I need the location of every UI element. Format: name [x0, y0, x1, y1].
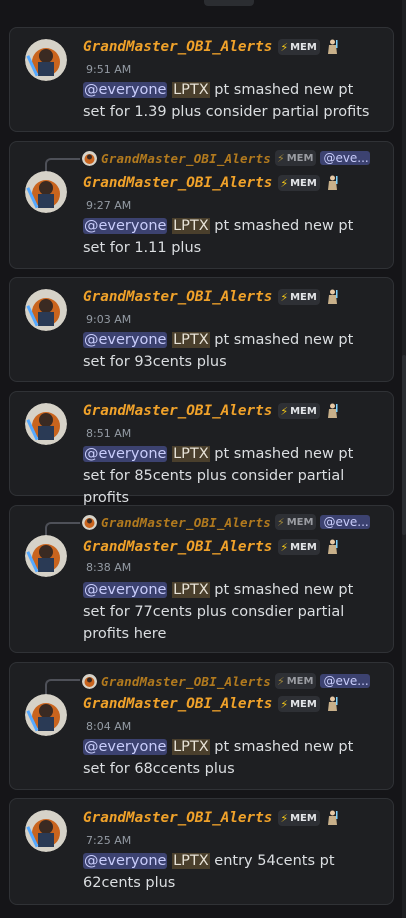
scrollbar-track[interactable] [402, 0, 406, 918]
reply-mention: @eve... [320, 515, 371, 529]
everyone-mention[interactable]: @everyone [83, 582, 168, 598]
lightning-bolt-icon: ⚡ [280, 40, 289, 54]
lightning-bolt-icon: ⚡ [276, 151, 285, 165]
lightning-bolt-icon: ⚡ [280, 290, 289, 304]
everyone-mention[interactable]: @everyone [83, 446, 168, 462]
avatar[interactable] [25, 403, 67, 445]
server-tag[interactable]: ⚡ MEM [278, 403, 320, 419]
avatar[interactable] [25, 535, 67, 577]
timestamp: 9:03 AM [86, 313, 132, 326]
author-name[interactable]: GrandMaster_OBI_Alerts [83, 810, 272, 826]
reply-avatar [82, 150, 97, 166]
author-name[interactable]: GrandMaster_OBI_Alerts [83, 289, 272, 305]
reply-connector [45, 679, 80, 694]
message-card[interactable]: GrandMaster_OBI_Alerts ⚡ MEM 9:03 AM @eve… [9, 277, 394, 382]
reply-server-tag: ⚡ MEM [274, 514, 317, 530]
author-name[interactable]: GrandMaster_OBI_Alerts [83, 403, 272, 419]
message-body: @everyone LPTX pt smashed new pt set for… [83, 82, 370, 120]
message-body: @everyone LPTX pt smashed new pt set for… [83, 739, 354, 777]
ticker-highlight: LPTX [172, 218, 210, 234]
ticker-highlight: LPTX [172, 446, 210, 462]
message-card[interactable]: GrandMaster_OBI_Alerts ⚡ MEM 8:51 AM @eve… [9, 391, 394, 506]
reply-avatar [82, 514, 97, 530]
lightning-bolt-icon: ⚡ [280, 404, 289, 418]
reply-avatar [82, 673, 97, 689]
everyone-mention[interactable]: @everyone [83, 332, 168, 348]
jedi-figure-icon [327, 175, 338, 190]
jedi-figure-icon [327, 289, 338, 304]
lightning-bolt-icon: ⚡ [280, 176, 289, 190]
scrollbar-thumb[interactable] [402, 355, 406, 535]
reply-preview[interactable]: GrandMaster_OBI_Alerts ⚡ MEM @eve... [82, 513, 371, 531]
reply-server-tag: ⚡ MEM [274, 150, 317, 166]
message-card[interactable]: GrandMaster_OBI_Alerts ⚡ MEM 7:25 AM @eve… [9, 798, 394, 905]
author-name[interactable]: GrandMaster_OBI_Alerts [83, 539, 272, 555]
message-body: @everyone LPTX pt smashed new pt set for… [83, 582, 354, 642]
timestamp: 7:25 AM [86, 834, 132, 847]
reply-mention: @eve... [320, 674, 371, 688]
lightning-bolt-icon: ⚡ [280, 811, 289, 825]
author-name[interactable]: GrandMaster_OBI_Alerts [83, 175, 272, 191]
server-tag[interactable]: ⚡ MEM [278, 289, 320, 305]
jedi-figure-icon [327, 539, 338, 554]
avatar[interactable] [25, 694, 67, 736]
everyone-mention[interactable]: @everyone [83, 218, 168, 234]
everyone-mention[interactable]: @everyone [83, 739, 168, 755]
ticker-highlight: LPTX [172, 853, 210, 869]
lightning-bolt-icon: ⚡ [276, 674, 285, 688]
message-card[interactable]: GrandMaster_OBI_Alerts ⚡ MEM @eve... Gran… [9, 141, 394, 269]
reply-author[interactable]: GrandMaster_OBI_Alerts [101, 674, 271, 689]
author-name[interactable]: GrandMaster_OBI_Alerts [83, 696, 272, 712]
server-tag[interactable]: ⚡ MEM [278, 539, 320, 555]
everyone-mention[interactable]: @everyone [83, 853, 168, 869]
avatar[interactable] [25, 289, 67, 331]
reply-author[interactable]: GrandMaster_OBI_Alerts [101, 515, 271, 530]
reply-preview[interactable]: GrandMaster_OBI_Alerts ⚡ MEM @eve... [82, 672, 371, 690]
timestamp: 8:04 AM [86, 720, 132, 733]
ticker-highlight: LPTX [172, 582, 210, 598]
server-tag[interactable]: ⚡ MEM [278, 810, 320, 826]
server-tag[interactable]: ⚡ MEM [278, 39, 320, 55]
jedi-figure-icon [327, 810, 338, 825]
jedi-figure-icon [327, 403, 338, 418]
message-card[interactable]: GrandMaster_OBI_Alerts ⚡ MEM @eve... Gran… [9, 662, 394, 790]
avatar[interactable] [25, 39, 67, 81]
lightning-bolt-icon: ⚡ [280, 697, 289, 711]
message-card[interactable]: GrandMaster_OBI_Alerts ⚡ MEM 9:51 AM @eve… [9, 27, 394, 132]
reply-preview[interactable]: GrandMaster_OBI_Alerts ⚡ MEM @eve... [82, 149, 371, 167]
server-tag[interactable]: ⚡ MEM [278, 696, 320, 712]
everyone-mention[interactable]: @everyone [83, 82, 168, 98]
timestamp: 8:38 AM [86, 561, 132, 574]
reply-author[interactable]: GrandMaster_OBI_Alerts [101, 151, 271, 166]
author-name[interactable]: GrandMaster_OBI_Alerts [83, 39, 272, 55]
ticker-highlight: LPTX [172, 739, 210, 755]
timestamp: 9:27 AM [86, 199, 132, 212]
lightning-bolt-icon: ⚡ [276, 515, 285, 529]
avatar[interactable] [25, 810, 67, 852]
message-body: @everyone LPTX pt smashed new pt set for… [83, 446, 354, 506]
reply-mention: @eve... [320, 151, 371, 165]
message-body: @everyone LPTX pt smashed new pt set for… [83, 332, 354, 370]
reply-server-tag: ⚡ MEM [274, 673, 317, 689]
server-tag[interactable]: ⚡ MEM [278, 175, 320, 191]
top-drag-handle [204, 0, 254, 6]
message-body: @everyone LPTX entry 54cents pt 62cents … [83, 853, 335, 891]
jedi-figure-icon [327, 39, 338, 54]
jedi-figure-icon [327, 696, 338, 711]
ticker-highlight: LPTX [172, 82, 210, 98]
ticker-highlight: LPTX [172, 332, 210, 348]
message-body: @everyone LPTX pt smashed new pt set for… [83, 218, 354, 256]
message-card[interactable]: GrandMaster_OBI_Alerts ⚡ MEM @eve... Gran… [9, 505, 394, 653]
timestamp: 8:51 AM [86, 427, 132, 440]
timestamp: 9:51 AM [86, 63, 132, 76]
avatar[interactable] [25, 171, 67, 213]
lightning-bolt-icon: ⚡ [280, 540, 289, 554]
